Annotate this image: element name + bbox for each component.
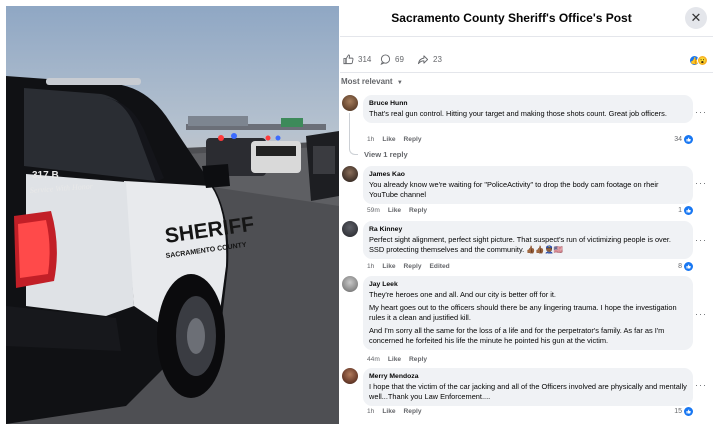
comment-bubble: James Kao You already know we're waiting… xyxy=(363,166,693,205)
like-icon xyxy=(684,135,693,144)
commenter-name[interactable]: Jay Leek xyxy=(369,280,687,289)
avatar[interactable] xyxy=(342,276,358,292)
sort-dropdown[interactable]: Most relevant ▼ xyxy=(341,77,403,86)
comment-actions: 44m Like Reply xyxy=(367,356,427,363)
comment-reactions[interactable]: 34 xyxy=(674,135,693,144)
edited-label[interactable]: Edited xyxy=(430,263,450,270)
like-count: 314 xyxy=(358,55,372,64)
comment-time[interactable]: 59m xyxy=(367,207,380,214)
comment-text: You already know we're waiting for "Poli… xyxy=(369,180,659,200)
reply-button[interactable]: Reply xyxy=(404,408,422,415)
reply-button[interactable]: Reply xyxy=(404,136,422,143)
like-icon xyxy=(684,262,693,271)
comment-text: They're heroes one and all. And our city… xyxy=(369,290,556,300)
close-icon: ✕ xyxy=(690,10,702,25)
reaction-count: 34 xyxy=(674,136,682,143)
reaction-summary[interactable]: 👍 😮 xyxy=(689,55,708,66)
like-outline-icon xyxy=(343,54,354,65)
share-count: 23 xyxy=(433,55,442,64)
more-options-icon[interactable]: ··· xyxy=(695,107,707,117)
avatar[interactable] xyxy=(342,166,358,182)
more-options-icon[interactable]: ··· xyxy=(695,309,707,319)
sort-label: Most relevant xyxy=(341,77,393,86)
avatar[interactable] xyxy=(342,368,358,384)
comment-actions: 59m Like Reply xyxy=(367,207,427,214)
comment-actions: 1h Like Reply xyxy=(367,408,422,415)
comment-reactions[interactable]: 15 xyxy=(674,407,693,416)
comment-reactions[interactable]: 8 xyxy=(678,262,693,271)
like-button[interactable]: Like xyxy=(382,136,395,143)
commenter-name[interactable]: Ra Kinney xyxy=(369,225,687,234)
more-options-icon[interactable]: ··· xyxy=(695,235,707,245)
comment-bubble: Ra Kinney Perfect sight alignment, perfe… xyxy=(363,221,693,260)
comment-text: I hope that the victim of the car jackin… xyxy=(369,382,687,402)
reply-button[interactable]: Reply xyxy=(409,207,427,214)
comment-actions: 1h Like Reply Edited xyxy=(367,263,450,270)
like-stat[interactable]: 314 xyxy=(343,54,371,65)
comment-time[interactable]: 1h xyxy=(367,136,374,143)
post-panel: Sacramento County Sheriff's Office's Pos… xyxy=(340,0,713,431)
comment-time[interactable]: 1h xyxy=(367,263,374,270)
comment-time[interactable]: 44m xyxy=(367,356,380,363)
commenter-name[interactable]: Merry Mendoza xyxy=(369,372,687,381)
comment-text: My heart goes out to the officers should… xyxy=(369,303,677,323)
reply-button[interactable]: Reply xyxy=(404,263,422,270)
comment-reactions[interactable]: 1 xyxy=(678,206,693,215)
comment-actions: 1h Like Reply xyxy=(367,136,422,143)
thread-line xyxy=(349,113,358,155)
post-stats: 314 69 23 👍 😮 xyxy=(340,50,713,72)
post-title: Sacramento County Sheriff's Office's Pos… xyxy=(391,11,632,25)
like-icon xyxy=(684,407,693,416)
comment-text: And I'm sorry all the same for the loss … xyxy=(369,326,665,346)
like-icon xyxy=(684,206,693,215)
commenter-name[interactable]: James Kao xyxy=(369,170,687,179)
reaction-count: 15 xyxy=(674,408,682,415)
reaction-count: 1 xyxy=(678,207,682,214)
divider xyxy=(340,72,713,73)
screenshot-root: SHERIFF SACRAMENTO COUNTY 317 B Service … xyxy=(0,0,713,431)
police-suv-image: SHERIFF SACRAMENTO COUNTY 317 B Service … xyxy=(6,76,339,424)
comment-icon xyxy=(380,54,391,65)
like-button[interactable]: Like xyxy=(382,263,395,270)
comment-bubble: Merry Mendoza I hope that the victim of … xyxy=(363,368,693,407)
like-button[interactable]: Like xyxy=(388,207,401,214)
comment-bubble: Bruce Hunn That's real gun control. Hitt… xyxy=(363,95,693,124)
comment-stat[interactable]: 69 xyxy=(380,54,404,65)
reply-button[interactable]: Reply xyxy=(409,356,427,363)
wow-reaction-icon: 😮 xyxy=(697,55,708,66)
avatar[interactable] xyxy=(342,221,358,237)
like-button[interactable]: Like xyxy=(388,356,401,363)
more-options-icon[interactable]: ··· xyxy=(695,178,707,188)
comment-text: Perfect sight alignment, perfect sight p… xyxy=(369,235,671,255)
post-header: Sacramento County Sheriff's Office's Pos… xyxy=(340,0,713,37)
commenter-name[interactable]: Bruce Hunn xyxy=(369,99,687,108)
chevron-down-icon: ▼ xyxy=(396,80,403,86)
share-icon xyxy=(417,55,429,65)
view-replies-link[interactable]: View 1 reply xyxy=(364,150,408,159)
post-photo[interactable]: SHERIFF SACRAMENTO COUNTY 317 B Service … xyxy=(6,6,339,424)
reaction-count: 8 xyxy=(678,263,682,270)
comment-bubble: Jay Leek They're heroes one and all. And… xyxy=(363,276,693,351)
like-button[interactable]: Like xyxy=(382,408,395,415)
share-stat[interactable]: 23 xyxy=(417,54,442,65)
comment-count: 69 xyxy=(395,55,404,64)
avatar[interactable] xyxy=(342,95,358,111)
more-options-icon[interactable]: ··· xyxy=(695,380,707,390)
close-button[interactable]: ✕ xyxy=(685,7,707,29)
car-number: 317 B xyxy=(32,170,59,181)
comment-text: That's real gun control. Hitting your ta… xyxy=(369,109,667,119)
comment-time[interactable]: 1h xyxy=(367,408,374,415)
